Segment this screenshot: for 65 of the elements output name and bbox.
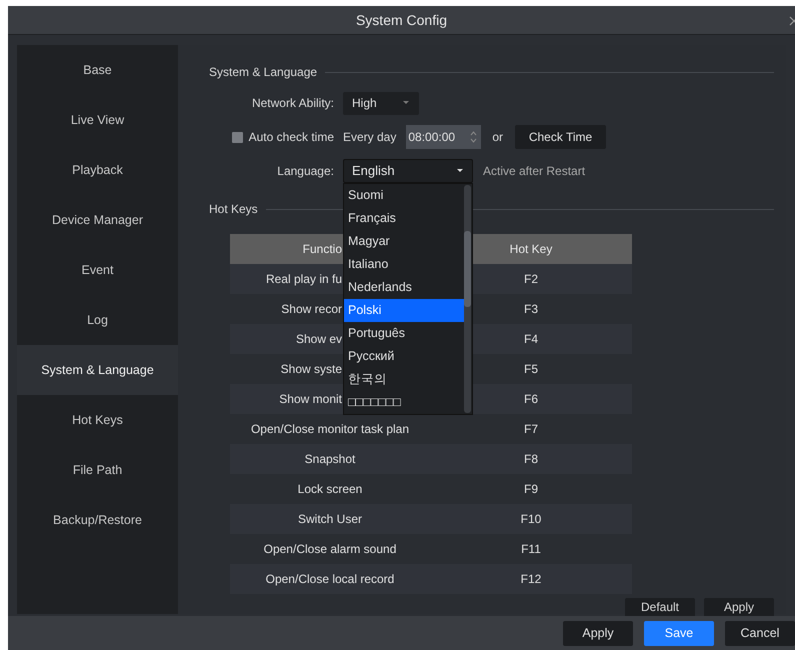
language-option[interactable]: Português: [344, 322, 465, 345]
sidebar-item[interactable]: Live View: [17, 95, 178, 145]
table-cell: F4: [524, 332, 538, 346]
or-label: or: [492, 129, 504, 146]
restart-note: Active after Restart: [483, 163, 586, 180]
table-cell: F2: [524, 272, 538, 286]
table-cell: F7: [524, 422, 538, 436]
window-title: System Config: [356, 10, 448, 30]
language-option[interactable]: Русский: [344, 345, 465, 368]
table-cell: Open/Close local record: [266, 572, 394, 586]
table-cell: F9: [524, 482, 538, 496]
footer-button[interactable]: Apply: [563, 620, 633, 646]
table-cell: F3: [524, 302, 538, 316]
sidebar-item[interactable]: Base: [17, 45, 178, 95]
sidebar-item[interactable]: Hot Keys: [17, 395, 178, 445]
footer-button[interactable]: Cancel: [725, 620, 795, 646]
language-option[interactable]: Nederlands: [344, 276, 465, 299]
sidebar-item[interactable]: Event: [17, 245, 178, 295]
checkbox-label: Auto check time: [248, 129, 334, 146]
sidebar-item[interactable]: Playback: [17, 145, 178, 195]
table-cell: F11: [521, 542, 541, 556]
table-cell: Show syste: [280, 362, 342, 376]
language-option[interactable]: Magyar: [344, 230, 465, 253]
table-cell: F10: [520, 512, 542, 526]
table-cell: Lock screen: [298, 482, 362, 496]
table-cell: Open/Close monitor task plan: [250, 422, 410, 436]
sidebar-item[interactable]: Log: [17, 295, 178, 345]
table-cell: Open/Close alarm sound: [264, 542, 396, 556]
sidebar-item[interactable]: File Path: [17, 445, 178, 495]
table-cell: Show monit: [279, 392, 342, 406]
language-option[interactable]: Suomi: [344, 184, 465, 207]
table-cell: F5: [524, 362, 538, 376]
frequency-label: Every day: [343, 129, 396, 146]
network-ability-dropdown[interactable]: High: [343, 92, 419, 114]
column-header: Functio: [302, 242, 342, 256]
sidebar-item[interactable]: Device Manager: [17, 195, 178, 245]
table-cell: Real play in fu: [266, 272, 342, 286]
table-cell: Show ev: [296, 332, 342, 346]
table-cell: Switch User: [298, 512, 362, 526]
table-cell: F6: [524, 392, 538, 406]
scrollbar-thumb[interactable]: [464, 231, 471, 307]
time-spinner[interactable]: 08:00:00: [406, 125, 482, 149]
spin-arrows-icon: [470, 130, 478, 144]
language-option[interactable]: Polski: [344, 299, 465, 322]
sidebar-item[interactable]: Backup/Restore: [17, 495, 178, 545]
table-cell: Snapshot: [304, 452, 356, 466]
section-heading: System & Language: [209, 64, 318, 81]
footer-button[interactable]: Save: [644, 620, 714, 646]
sidebar-item[interactable]: System & Language: [17, 345, 178, 395]
field-label: Network Ability:: [250, 95, 334, 112]
table-cell: Show recor: [281, 302, 342, 316]
table-cell: F12: [520, 572, 542, 586]
language-option[interactable]: □□□□□□□: [344, 391, 465, 414]
language-option[interactable]: Italiano: [344, 253, 465, 276]
language-dropdown[interactable]: English: [343, 159, 473, 183]
field-label: Language:: [276, 163, 334, 180]
caret-icon: [403, 101, 409, 105]
checkbox[interactable]: [232, 132, 243, 142]
table-cell: F8: [524, 452, 538, 466]
caret-icon: [457, 169, 463, 173]
column-header: Hot Key: [510, 242, 552, 256]
check-time-button[interactable]: Check Time: [515, 125, 606, 149]
language-option[interactable]: 한국의: [344, 368, 465, 391]
section-heading: Hot Keys: [209, 201, 258, 218]
language-option[interactable]: Français: [344, 207, 465, 230]
